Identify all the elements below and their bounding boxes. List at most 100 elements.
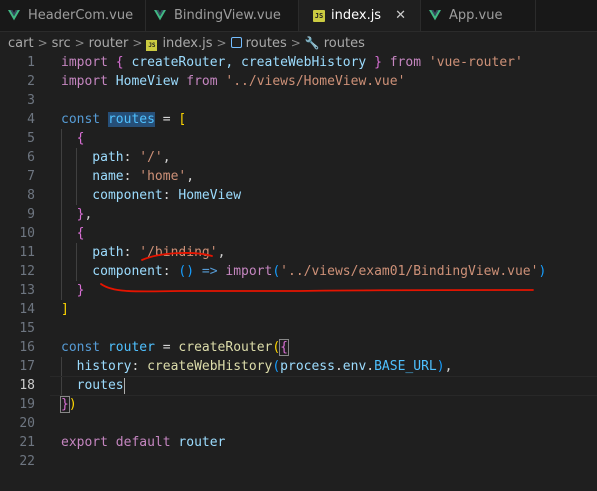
code-line[interactable]: 3 bbox=[0, 91, 597, 110]
code-token: , bbox=[217, 245, 226, 260]
breadcrumb-item-src[interactable]: src bbox=[52, 36, 71, 51]
code-line[interactable]: 7 name: 'home', bbox=[0, 167, 597, 186]
line-number: 4 bbox=[27, 112, 35, 127]
line-number: 11 bbox=[19, 245, 35, 260]
line-number: 6 bbox=[27, 150, 35, 165]
close-tab-icon[interactable]: ✕ bbox=[395, 8, 406, 23]
code-text: const routes = [ bbox=[61, 110, 186, 129]
code-line[interactable]: 1 import { createRouter, createWebHistory… bbox=[0, 53, 597, 72]
code-token: const bbox=[61, 112, 101, 127]
code-line[interactable]: 16 const router = createRouter({ bbox=[0, 338, 597, 357]
breadcrumb-item-cart[interactable]: cart bbox=[8, 36, 34, 51]
code-line[interactable]: 14] bbox=[0, 300, 597, 319]
breadcrumb-item-router[interactable]: router bbox=[89, 36, 129, 51]
code-token: = bbox=[154, 112, 179, 127]
code-token: , bbox=[186, 169, 195, 184]
code-line[interactable]: 2 import HomeView from '../views/HomeView… bbox=[0, 72, 597, 91]
code-text: history: createWebHistory(process.env.BA… bbox=[61, 357, 453, 376]
code-token: : bbox=[123, 150, 140, 165]
code-line[interactable]: 11 path: '/binding', bbox=[0, 243, 597, 262]
code-token: router bbox=[170, 435, 226, 450]
code-line[interactable]: 21 export default router bbox=[0, 433, 597, 452]
code-token: import bbox=[61, 55, 108, 70]
code-line[interactable]: 19}) bbox=[0, 395, 597, 414]
code-token: : bbox=[162, 188, 179, 203]
code-token: const bbox=[61, 340, 101, 355]
code-token: routes bbox=[107, 112, 155, 127]
code-text: export default router bbox=[61, 433, 225, 452]
code-token: ( bbox=[272, 340, 281, 355]
code-line[interactable]: 15 bbox=[0, 319, 597, 338]
code-token: from bbox=[389, 55, 422, 70]
tab-index-js[interactable]: JS index.js ✕ bbox=[299, 0, 421, 31]
code-line[interactable]: 5 { bbox=[0, 129, 597, 148]
editor-tab-bar: HeaderCom.vue BindingView.vue JS index.j… bbox=[0, 0, 597, 32]
code-token: BASE_URL bbox=[374, 359, 437, 374]
code-line[interactable]: 22 bbox=[0, 452, 597, 471]
code-token: '../views/HomeView.vue' bbox=[225, 74, 406, 89]
breadcrumb-item-routes-property[interactable]: 🔧 routes bbox=[305, 36, 365, 51]
code-text: component: () => import('../views/exam01… bbox=[61, 262, 546, 281]
code-token: export bbox=[61, 435, 108, 450]
code-line[interactable]: 8 component: HomeView bbox=[0, 186, 597, 205]
text-cursor bbox=[123, 377, 125, 394]
code-line[interactable]: 4 const routes = [ bbox=[0, 110, 597, 129]
code-text: } bbox=[61, 281, 85, 300]
code-token: path bbox=[61, 150, 124, 165]
code-text: path: '/binding', bbox=[61, 243, 225, 262]
code-text: path: '/', bbox=[61, 148, 170, 167]
line-number: 13 bbox=[19, 283, 35, 298]
line-number: 2 bbox=[27, 74, 35, 89]
code-text: { bbox=[61, 224, 85, 243]
code-token: : bbox=[162, 264, 179, 279]
code-token: createRouter bbox=[178, 340, 273, 355]
code-line[interactable]: 20 bbox=[0, 414, 597, 433]
code-token: } bbox=[60, 396, 70, 413]
code-token: createWebHistory bbox=[147, 359, 273, 374]
tab-headercom-vue[interactable]: HeaderCom.vue bbox=[0, 0, 146, 31]
breadcrumb-separator: > bbox=[74, 36, 85, 50]
breadcrumb-item-routes-variable[interactable]: routes bbox=[230, 35, 287, 51]
line-number: 12 bbox=[19, 264, 35, 279]
code-token: routes bbox=[61, 378, 124, 393]
code-line[interactable]: 12 component: () => import('../views/exa… bbox=[0, 262, 597, 281]
breadcrumb-label: routes bbox=[245, 35, 287, 51]
tab-bindingview-vue[interactable]: BindingView.vue bbox=[146, 0, 299, 31]
code-line[interactable]: 6 path: '/', bbox=[0, 148, 597, 167]
code-token: path bbox=[61, 245, 124, 260]
code-editor[interactable]: 1 import { createRouter, createWebHistory… bbox=[0, 53, 597, 491]
code-token: } bbox=[76, 283, 85, 298]
line-number: 5 bbox=[27, 131, 35, 146]
code-token: ) bbox=[538, 264, 547, 279]
code-text: name: 'home', bbox=[61, 167, 194, 186]
tab-label: HeaderCom.vue bbox=[28, 8, 134, 23]
line-number: 9 bbox=[27, 207, 35, 222]
code-text: const router = createRouter({ bbox=[61, 338, 289, 357]
code-token: : bbox=[123, 169, 140, 184]
breadcrumb-label: index.js bbox=[162, 35, 213, 51]
code-line[interactable]: 9 }, bbox=[0, 205, 597, 224]
tab-label: BindingView.vue bbox=[174, 8, 281, 23]
tab-app-vue[interactable]: App.vue bbox=[421, 0, 536, 31]
code-text: import { createRouter, createWebHistory … bbox=[61, 53, 523, 72]
breadcrumb-separator: > bbox=[290, 36, 301, 50]
variable-symbol-icon bbox=[230, 36, 242, 48]
line-number: 16 bbox=[19, 340, 35, 355]
code-text: routes bbox=[61, 376, 125, 395]
code-token: createRouter, createWebHistory bbox=[123, 55, 375, 70]
code-line[interactable]: 17 history: createWebHistory(process.env… bbox=[0, 357, 597, 376]
tab-label: App.vue bbox=[449, 8, 503, 23]
code-token: router bbox=[107, 340, 155, 355]
breadcrumb-item-index-js[interactable]: JS index.js bbox=[146, 35, 213, 51]
code-token: history bbox=[61, 359, 132, 374]
code-token: . bbox=[366, 359, 375, 374]
code-line[interactable]: 18 routes bbox=[0, 376, 597, 396]
code-text: ] bbox=[61, 300, 69, 319]
code-text: }) bbox=[60, 395, 77, 414]
code-line[interactable]: 13 } bbox=[0, 281, 597, 300]
code-line[interactable]: 10 { bbox=[0, 224, 597, 243]
line-number: 3 bbox=[27, 93, 35, 108]
code-text: import HomeView from '../views/HomeView.… bbox=[61, 72, 405, 91]
